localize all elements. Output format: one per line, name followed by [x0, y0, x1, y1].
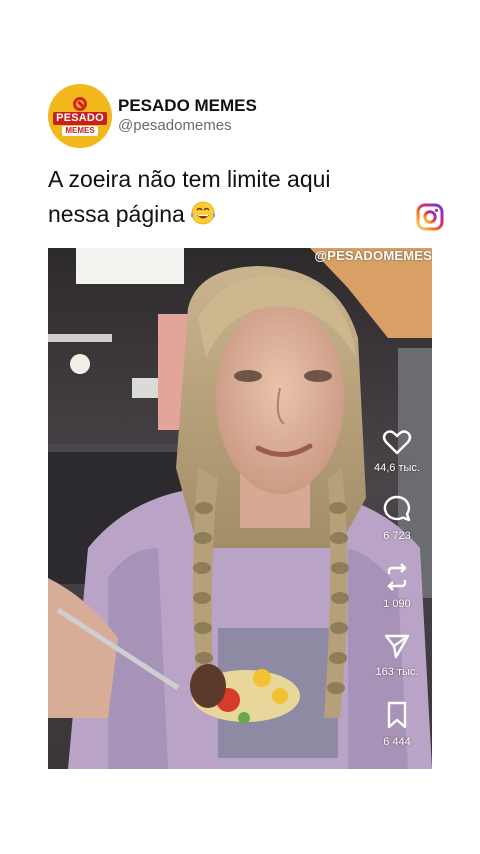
- avatar[interactable]: PESADO MEMES: [48, 84, 112, 148]
- like-action[interactable]: 44,6 тыс.: [367, 428, 427, 474]
- repost-icon[interactable]: [382, 562, 412, 592]
- caption-line-1: A zoeira não tem limite aqui: [48, 166, 331, 192]
- video-watermark: @PESADOMEMES: [314, 248, 432, 263]
- comment-action[interactable]: 6 723: [367, 494, 427, 542]
- comment-count: 6 723: [383, 530, 411, 542]
- repost-count: 1 090: [383, 598, 411, 610]
- like-count: 44,6 тыс.: [374, 462, 420, 474]
- bookmark-icon[interactable]: [382, 700, 412, 730]
- avatar-logo-bottom: MEMES: [62, 125, 98, 136]
- share-icon[interactable]: [382, 632, 412, 660]
- caption-line-2-text: nessa página: [48, 201, 185, 227]
- prohibited-icon: [73, 96, 87, 111]
- instagram-icon[interactable]: [416, 203, 444, 231]
- account-name[interactable]: PESADO MEMES: [118, 96, 257, 116]
- post-caption: A zoeira não tem limite aqui nessa págin…: [48, 162, 408, 232]
- account-handle[interactable]: @pesadomemes: [118, 117, 232, 134]
- post-header: PESADO MEMES PESADO MEMES @pesadomemes: [48, 84, 348, 148]
- video-player[interactable]: @PESADOMEMES 44,6 тыс. 6 723 1 090 163 т…: [48, 248, 432, 769]
- comment-icon[interactable]: [382, 494, 412, 524]
- heart-icon[interactable]: [382, 428, 412, 456]
- avatar-logo-top: PESADO: [53, 111, 107, 125]
- caption-line-2: nessa página: [48, 197, 408, 232]
- face-with-tears-of-joy-icon: [190, 201, 215, 225]
- bookmark-action[interactable]: 6 444: [367, 700, 427, 748]
- share-count: 163 тыс.: [375, 666, 419, 678]
- bookmark-count: 6 444: [383, 736, 411, 748]
- repost-action[interactable]: 1 090: [367, 562, 427, 610]
- share-action[interactable]: 163 тыс.: [367, 632, 427, 678]
